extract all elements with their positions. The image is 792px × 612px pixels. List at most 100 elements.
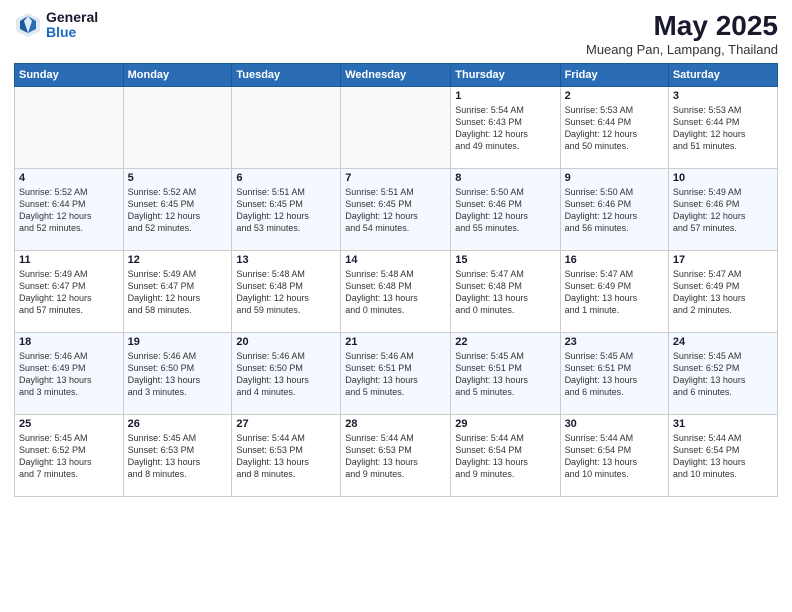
- day-number: 23: [565, 336, 664, 348]
- table-row: 7 Sunrise: 5:51 AM Sunset: 6:45 PM Daylig…: [341, 169, 451, 251]
- table-row: 11 Sunrise: 5:49 AM Sunset: 6:47 PM Dayli…: [15, 251, 124, 333]
- day-info: Sunrise: 5:46 AM Sunset: 6:51 PM Dayligh…: [345, 350, 446, 399]
- table-row: 30 Sunrise: 5:44 AM Sunset: 6:54 PM Dayli…: [560, 415, 668, 497]
- day-info: Sunrise: 5:49 AM Sunset: 6:46 PM Dayligh…: [673, 186, 773, 235]
- table-row: 9 Sunrise: 5:50 AM Sunset: 6:46 PM Daylig…: [560, 169, 668, 251]
- table-row: 31Sunrise: 5:44 AM Sunset: 6:54 PM Dayli…: [668, 415, 777, 497]
- day-info: Sunrise: 5:46 AM Sunset: 6:50 PM Dayligh…: [236, 350, 336, 399]
- day-info: Sunrise: 5:44 AM Sunset: 6:53 PM Dayligh…: [345, 432, 446, 481]
- day-number: 14: [345, 254, 446, 266]
- day-info: Sunrise: 5:45 AM Sunset: 6:52 PM Dayligh…: [19, 432, 119, 481]
- day-number: 5: [128, 172, 228, 184]
- day-number: 17: [673, 254, 773, 266]
- col-saturday: Saturday: [668, 64, 777, 87]
- subtitle: Mueang Pan, Lampang, Thailand: [586, 42, 778, 57]
- table-row: 5 Sunrise: 5:52 AM Sunset: 6:45 PM Daylig…: [123, 169, 232, 251]
- day-number: 24: [673, 336, 773, 348]
- main-title: May 2025: [586, 10, 778, 42]
- calendar-week-row: 25 Sunrise: 5:45 AM Sunset: 6:52 PM Dayli…: [15, 415, 778, 497]
- table-row: [123, 87, 232, 169]
- day-info: Sunrise: 5:50 AM Sunset: 6:46 PM Dayligh…: [565, 186, 664, 235]
- table-row: 6 Sunrise: 5:51 AM Sunset: 6:45 PM Daylig…: [232, 169, 341, 251]
- col-sunday: Sunday: [15, 64, 124, 87]
- table-row: 15 Sunrise: 5:47 AM Sunset: 6:48 PM Dayli…: [451, 251, 560, 333]
- table-row: [15, 87, 124, 169]
- table-row: 26Sunrise: 5:45 AM Sunset: 6:53 PM Dayli…: [123, 415, 232, 497]
- calendar-header-row: Sunday Monday Tuesday Wednesday Thursday…: [15, 64, 778, 87]
- table-row: [232, 87, 341, 169]
- day-number: 2: [565, 90, 664, 102]
- table-row: 1 Sunrise: 5:54 AM Sunset: 6:43 PM Daylig…: [451, 87, 560, 169]
- table-row: 22 Sunrise: 5:45 AM Sunset: 6:51 PM Dayli…: [451, 333, 560, 415]
- table-row: [341, 87, 451, 169]
- calendar-week-row: 1 Sunrise: 5:54 AM Sunset: 6:43 PM Daylig…: [15, 87, 778, 169]
- col-wednesday: Wednesday: [341, 64, 451, 87]
- day-info: Sunrise: 5:48 AM Sunset: 6:48 PM Dayligh…: [345, 268, 446, 317]
- table-row: 24 Sunrise: 5:45 AM Sunset: 6:52 PM Dayli…: [668, 333, 777, 415]
- col-thursday: Thursday: [451, 64, 560, 87]
- day-number: 8: [455, 172, 555, 184]
- day-info: Sunrise: 5:44 AM Sunset: 6:54 PM Dayligh…: [565, 432, 664, 481]
- day-number: 15: [455, 254, 555, 266]
- logo-icon: [14, 11, 42, 39]
- day-info: Sunrise: 5:52 AM Sunset: 6:45 PM Dayligh…: [128, 186, 228, 235]
- day-info: Sunrise: 5:50 AM Sunset: 6:46 PM Dayligh…: [455, 186, 555, 235]
- day-info: Sunrise: 5:51 AM Sunset: 6:45 PM Dayligh…: [236, 186, 336, 235]
- day-info: Sunrise: 5:47 AM Sunset: 6:49 PM Dayligh…: [673, 268, 773, 317]
- day-number: 19: [128, 336, 228, 348]
- col-friday: Friday: [560, 64, 668, 87]
- day-number: 7: [345, 172, 446, 184]
- day-number: 26: [128, 418, 228, 430]
- day-info: Sunrise: 5:49 AM Sunset: 6:47 PM Dayligh…: [19, 268, 119, 317]
- table-row: 20 Sunrise: 5:46 AM Sunset: 6:50 PM Dayli…: [232, 333, 341, 415]
- logo: General Blue: [14, 10, 98, 41]
- table-row: 14 Sunrise: 5:48 AM Sunset: 6:48 PM Dayli…: [341, 251, 451, 333]
- table-row: 2 Sunrise: 5:53 AM Sunset: 6:44 PM Daylig…: [560, 87, 668, 169]
- calendar-week-row: 11 Sunrise: 5:49 AM Sunset: 6:47 PM Dayli…: [15, 251, 778, 333]
- day-number: 10: [673, 172, 773, 184]
- table-row: 8 Sunrise: 5:50 AM Sunset: 6:46 PM Daylig…: [451, 169, 560, 251]
- day-number: 31: [673, 418, 773, 430]
- day-info: Sunrise: 5:45 AM Sunset: 6:51 PM Dayligh…: [455, 350, 555, 399]
- day-number: 25: [19, 418, 119, 430]
- title-block: May 2025 Mueang Pan, Lampang, Thailand: [586, 10, 778, 57]
- col-monday: Monday: [123, 64, 232, 87]
- table-row: 23 Sunrise: 5:45 AM Sunset: 6:51 PM Dayli…: [560, 333, 668, 415]
- col-tuesday: Tuesday: [232, 64, 341, 87]
- table-row: 21 Sunrise: 5:46 AM Sunset: 6:51 PM Dayli…: [341, 333, 451, 415]
- table-row: 16Sunrise: 5:47 AM Sunset: 6:49 PM Dayli…: [560, 251, 668, 333]
- day-info: Sunrise: 5:45 AM Sunset: 6:51 PM Dayligh…: [565, 350, 664, 399]
- day-info: Sunrise: 5:54 AM Sunset: 6:43 PM Dayligh…: [455, 104, 555, 153]
- table-row: 12 Sunrise: 5:49 AM Sunset: 6:47 PM Dayli…: [123, 251, 232, 333]
- day-info: Sunrise: 5:51 AM Sunset: 6:45 PM Dayligh…: [345, 186, 446, 235]
- table-row: 13Sunrise: 5:48 AM Sunset: 6:48 PM Dayli…: [232, 251, 341, 333]
- day-number: 20: [236, 336, 336, 348]
- day-number: 12: [128, 254, 228, 266]
- table-row: 19 Sunrise: 5:46 AM Sunset: 6:50 PM Dayli…: [123, 333, 232, 415]
- day-number: 1: [455, 90, 555, 102]
- table-row: 29 Sunrise: 5:44 AM Sunset: 6:54 PM Dayli…: [451, 415, 560, 497]
- day-number: 30: [565, 418, 664, 430]
- day-info: Sunrise: 5:49 AM Sunset: 6:47 PM Dayligh…: [128, 268, 228, 317]
- day-info: Sunrise: 5:45 AM Sunset: 6:52 PM Dayligh…: [673, 350, 773, 399]
- day-number: 22: [455, 336, 555, 348]
- day-number: 4: [19, 172, 119, 184]
- day-info: Sunrise: 5:44 AM Sunset: 6:54 PM Dayligh…: [455, 432, 555, 481]
- day-number: 29: [455, 418, 555, 430]
- day-number: 3: [673, 90, 773, 102]
- table-row: 18Sunrise: 5:46 AM Sunset: 6:49 PM Dayli…: [15, 333, 124, 415]
- day-number: 11: [19, 254, 119, 266]
- day-info: Sunrise: 5:46 AM Sunset: 6:50 PM Dayligh…: [128, 350, 228, 399]
- day-info: Sunrise: 5:53 AM Sunset: 6:44 PM Dayligh…: [565, 104, 664, 153]
- day-info: Sunrise: 5:44 AM Sunset: 6:53 PM Dayligh…: [236, 432, 336, 481]
- logo-blue-text: Blue: [46, 25, 98, 40]
- day-info: Sunrise: 5:46 AM Sunset: 6:49 PM Dayligh…: [19, 350, 119, 399]
- day-info: Sunrise: 5:47 AM Sunset: 6:48 PM Dayligh…: [455, 268, 555, 317]
- day-number: 13: [236, 254, 336, 266]
- day-number: 9: [565, 172, 664, 184]
- day-number: 21: [345, 336, 446, 348]
- table-row: 4Sunrise: 5:52 AM Sunset: 6:44 PM Daylig…: [15, 169, 124, 251]
- day-number: 6: [236, 172, 336, 184]
- day-number: 27: [236, 418, 336, 430]
- table-row: 25 Sunrise: 5:45 AM Sunset: 6:52 PM Dayli…: [15, 415, 124, 497]
